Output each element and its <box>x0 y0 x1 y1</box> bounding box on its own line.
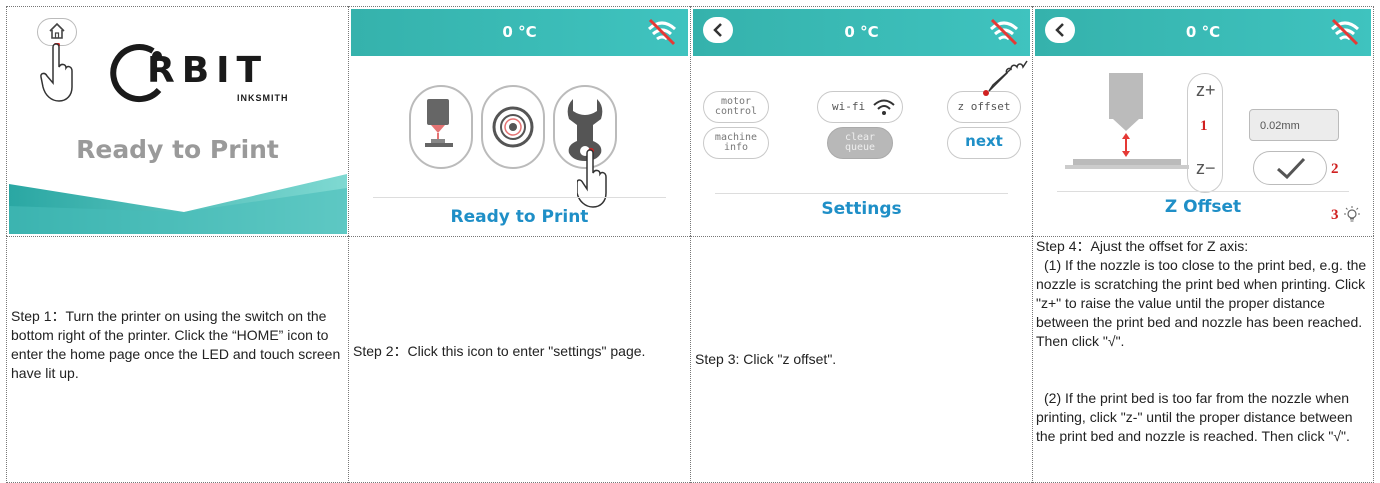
decorative-wave <box>9 174 347 234</box>
wifi-icon <box>873 99 895 115</box>
step-2-text: Step 2：Click this icon to enter "setting… <box>353 343 646 359</box>
marker-1: 1 <box>1200 118 1208 134</box>
z-minus-button[interactable]: z− <box>1196 158 1216 179</box>
offset-value-field[interactable]: 0.02mm <box>1249 109 1339 141</box>
nozzle-bed-diagram <box>1065 73 1189 169</box>
step-4-cell: Step 4：Ajust the offset for Z axis: (1) … <box>1032 236 1374 483</box>
footer-divider <box>373 197 666 198</box>
panel-home-screen: RBIT INKSMITH Ready to Print <box>6 6 348 236</box>
home-screen: RBIT INKSMITH Ready to Print <box>9 9 347 234</box>
wifi-button-label: wi-fi <box>832 100 866 113</box>
machine-info-button[interactable]: machine info <box>703 127 769 159</box>
step-3-text: Step 3: Click "z offset". <box>695 351 837 367</box>
panel-settings: 0 °C motor control machine info wi-fi cl <box>690 6 1032 236</box>
checkmark-icon <box>1277 157 1306 179</box>
logo-text: RBIT <box>147 50 269 91</box>
next-button[interactable]: next <box>947 127 1021 159</box>
wifi-button[interactable]: wi-fi <box>817 91 903 123</box>
confirm-button[interactable] <box>1253 151 1327 185</box>
pointing-hand-icon <box>40 43 73 102</box>
top-bar: 0 °C <box>351 9 688 56</box>
clear-queue-button[interactable]: clear queue <box>827 127 893 159</box>
printer-nozzle-icon <box>425 99 453 147</box>
temperature-readout: 0 °C <box>1185 23 1221 41</box>
home-button[interactable] <box>37 18 77 46</box>
footer-divider <box>1057 191 1349 192</box>
instruction-table: RBIT INKSMITH Ready to Print 0 °C Ready … <box>6 6 1374 483</box>
step-3-cell: Step 3: Click "z offset". <box>690 236 1032 483</box>
step-1-cell: Step 1：Turn the printer on using the swi… <box>6 236 348 483</box>
footer-divider <box>715 193 1008 194</box>
marker-2: 2 <box>1331 161 1339 177</box>
orbit-logo: RBIT INKSMITH <box>109 43 299 105</box>
motor-control-button[interactable]: motor control <box>703 91 769 123</box>
screen-footer-title: Z Offset <box>1164 197 1242 217</box>
ready-title: Ready to Print <box>76 135 279 164</box>
z-plus-button[interactable]: z+ <box>1196 80 1216 101</box>
wifi-off-icon <box>647 18 677 46</box>
z-step-control: z+ 1 z− <box>1187 73 1223 193</box>
step-4-part-2: (2) If the print bed is too far from the… <box>1036 390 1353 444</box>
pointing-hand-icon <box>577 148 607 208</box>
screen-footer-title: Ready to Print <box>450 207 589 227</box>
home-icon <box>49 22 65 39</box>
step-2-cell: Step 2：Click this icon to enter "setting… <box>348 236 690 483</box>
brightness-icon[interactable] <box>1343 206 1361 224</box>
step-4-title: Step 4：Ajust the offset for Z axis: <box>1036 238 1249 254</box>
filament-button[interactable] <box>481 85 545 169</box>
temperature-readout: 0 °C <box>844 23 879 41</box>
top-bar: 0 °C <box>1035 9 1371 56</box>
temperature-readout: 0 °C <box>502 23 537 41</box>
z-offset-screen: 0 °C z+ 1 z− 0.02mm 2 Z Offset 3 <box>1035 9 1371 234</box>
top-bar: 0 °C <box>693 9 1030 56</box>
print-button[interactable] <box>409 85 473 169</box>
step-1-text: Step 1：Turn the printer on using the swi… <box>11 308 341 381</box>
marker-3: 3 <box>1331 207 1339 223</box>
wifi-off-icon <box>989 18 1019 46</box>
panel-main-menu: 0 °C Ready to Print <box>348 6 690 236</box>
screen-footer-title: Settings <box>821 199 902 219</box>
panel-z-offset: 0 °C z+ 1 z− 0.02mm 2 Z Offset 3 <box>1032 6 1374 236</box>
pointing-hand-icon <box>983 60 1028 96</box>
step-4-part-1: (1) If the nozzle is too close to the pr… <box>1036 257 1367 349</box>
wifi-off-icon <box>1330 18 1360 46</box>
filament-spool-icon <box>492 106 534 148</box>
main-menu-screen: 0 °C Ready to Print <box>351 9 688 234</box>
settings-screen: 0 °C motor control machine info wi-fi cl <box>693 9 1030 234</box>
logo-subtext: INKSMITH <box>237 93 289 103</box>
